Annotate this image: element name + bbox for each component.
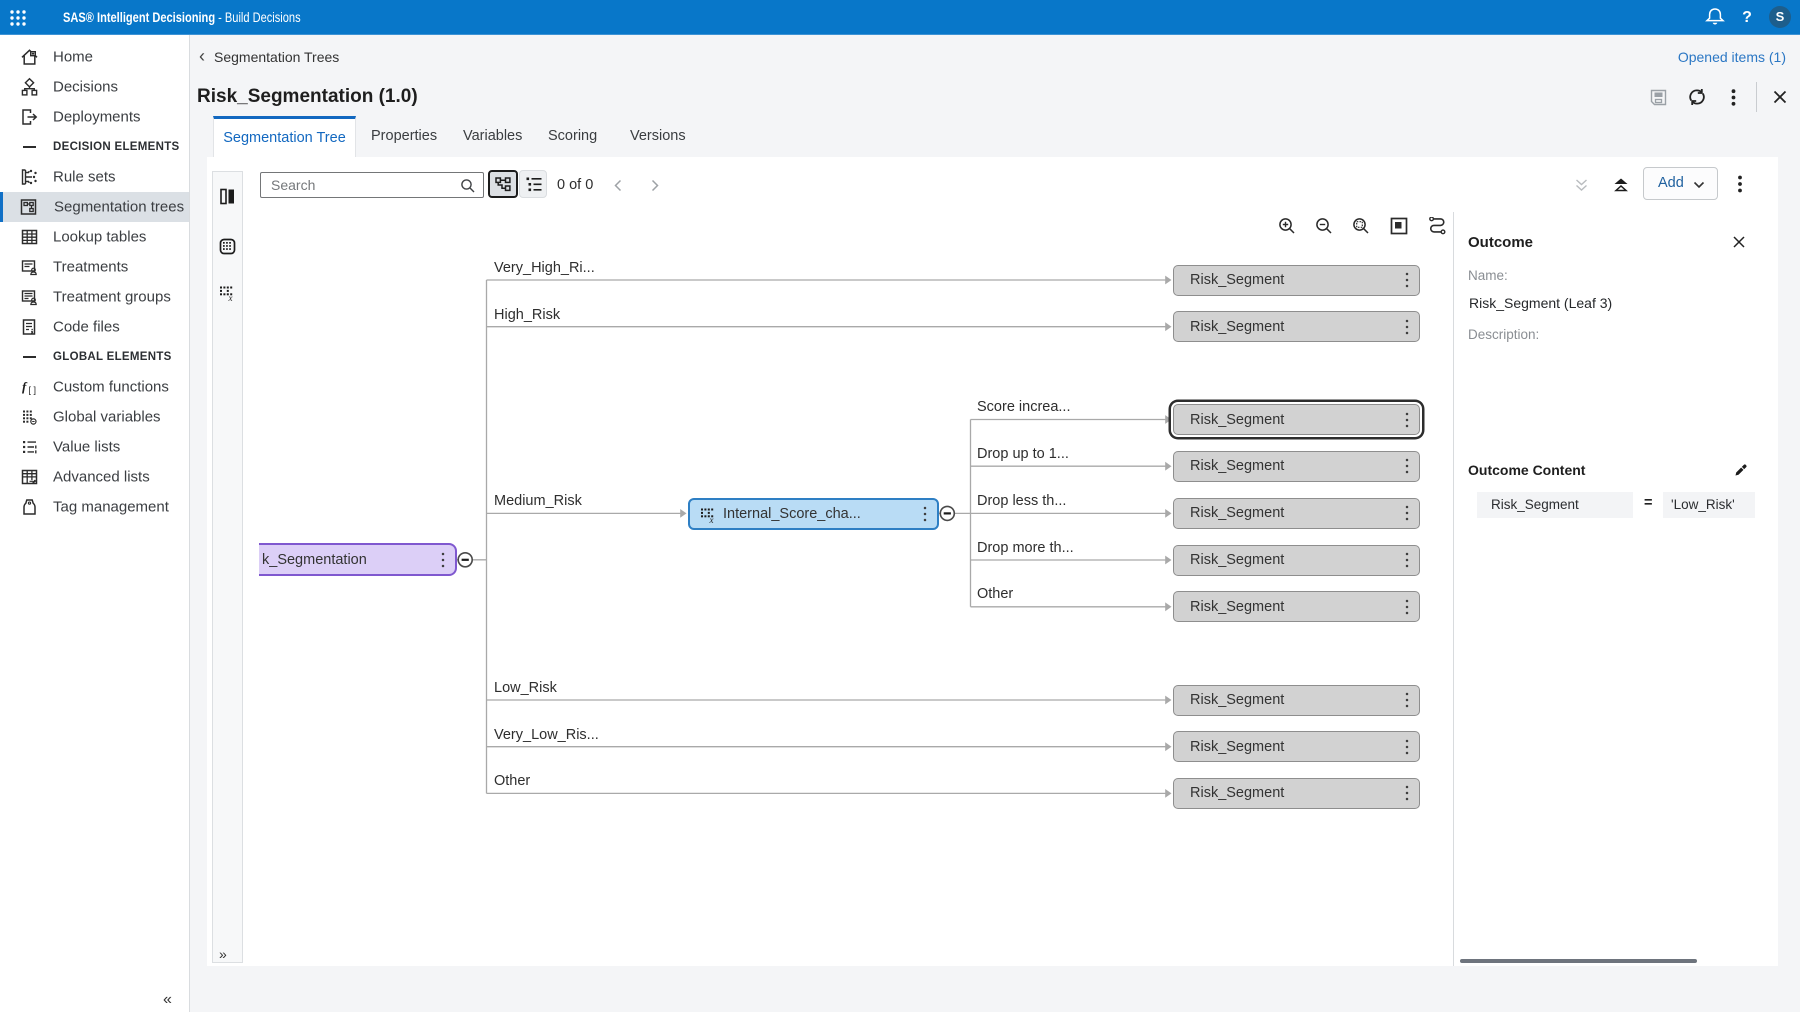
svg-text:x: x bbox=[709, 515, 714, 524]
